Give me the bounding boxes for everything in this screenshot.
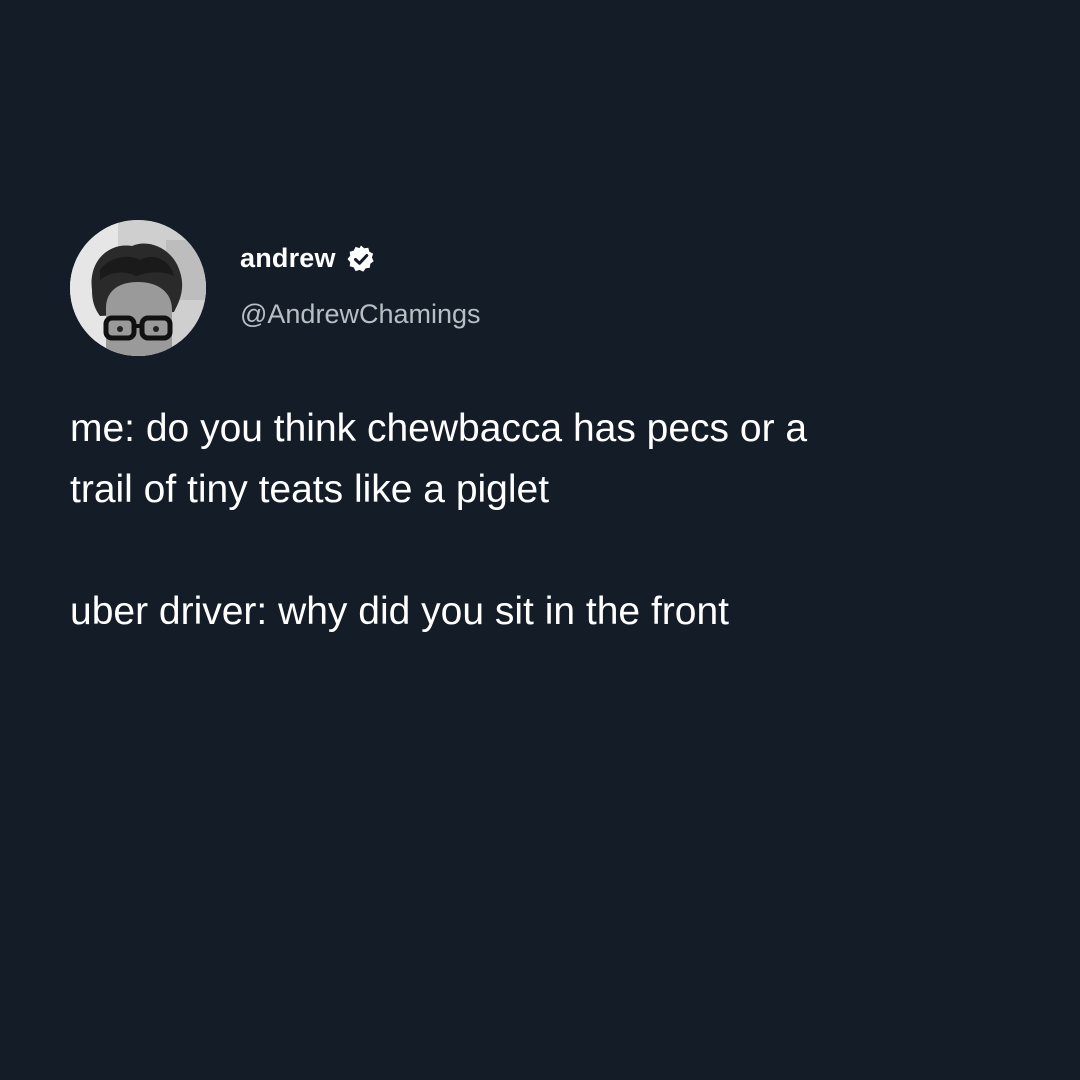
verified-badge-icon xyxy=(346,244,376,274)
profile-photo-icon xyxy=(70,220,206,356)
tweet-text: me: do you think chewbacca has pecs or a… xyxy=(70,398,1030,642)
tweet-header: andrew @AndrewChamings xyxy=(70,220,1030,356)
display-name[interactable]: andrew xyxy=(240,243,336,274)
display-name-row: andrew xyxy=(240,239,481,279)
avatar[interactable] xyxy=(70,220,206,356)
tweet-line-3: uber driver: why did you sit in the fron… xyxy=(70,590,729,633)
tweet-card: andrew @AndrewChamings me: do you think … xyxy=(70,220,1030,642)
tweet-line-2: trail of tiny teats like a piglet xyxy=(70,468,550,511)
author-names: andrew @AndrewChamings xyxy=(240,243,481,330)
tweet-line-1: me: do you think chewbacca has pecs or a xyxy=(70,407,808,450)
user-handle[interactable]: @AndrewChamings xyxy=(240,299,481,330)
